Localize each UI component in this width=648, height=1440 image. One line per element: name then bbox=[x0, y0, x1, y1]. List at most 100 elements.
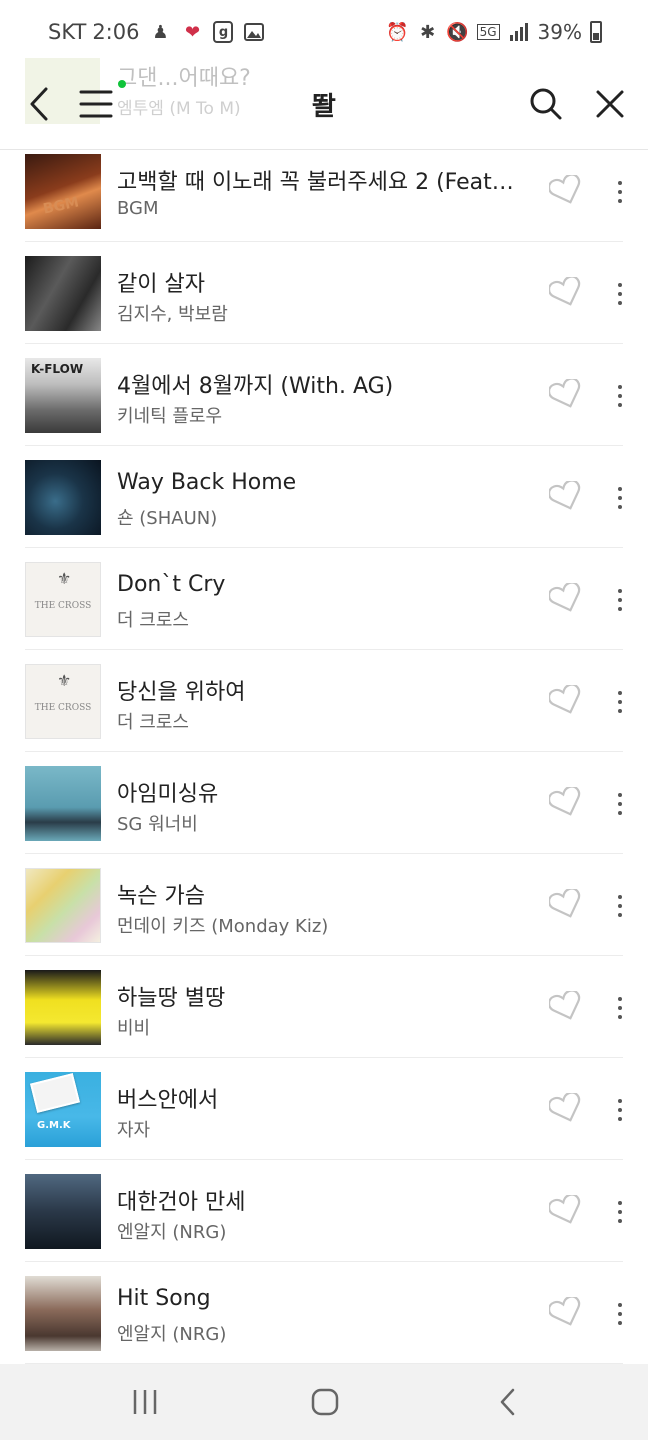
song-title: Hit Song bbox=[117, 1286, 211, 1311]
g-notification-icon: g bbox=[213, 21, 234, 43]
song-artist: 엔알지 (NRG) bbox=[117, 1222, 227, 1243]
chevron-left-icon bbox=[500, 1388, 515, 1416]
search-button[interactable] bbox=[524, 82, 568, 126]
song-title: 당신을 위하여 bbox=[117, 680, 246, 705]
like-button[interactable] bbox=[546, 784, 586, 820]
like-button[interactable] bbox=[546, 376, 586, 412]
album-art: G.M.K bbox=[25, 1072, 101, 1147]
carrier-label: SKT bbox=[48, 20, 87, 44]
more-options-button[interactable] bbox=[606, 886, 634, 926]
search-icon bbox=[530, 88, 562, 120]
album-art bbox=[25, 256, 101, 331]
like-button[interactable] bbox=[546, 1294, 586, 1330]
song-row[interactable]: ⚜ THE CROSS 당신을 위하여 더 크로스 bbox=[0, 650, 648, 752]
album-art bbox=[25, 970, 101, 1045]
song-row[interactable]: 하늘땅 별땅 비비 bbox=[0, 956, 648, 1058]
more-options-button[interactable] bbox=[606, 682, 634, 722]
heart-icon bbox=[549, 685, 581, 714]
song-title: 4월에서 8월까지 (With. AG) bbox=[117, 374, 394, 399]
album-art: BGM bbox=[25, 154, 101, 229]
like-button[interactable] bbox=[546, 274, 586, 310]
more-options-button[interactable] bbox=[606, 376, 634, 416]
song-artist: 숀 (SHAUN) bbox=[117, 508, 218, 529]
song-row[interactable]: G.M.K 버스안에서 자자 bbox=[0, 1058, 648, 1160]
bluetooth-icon: ✱ bbox=[420, 21, 436, 43]
song-title: 버스안에서 bbox=[117, 1088, 219, 1113]
song-artist: SG 워너비 bbox=[117, 814, 198, 835]
status-bar: SKT 2:06 ♟ ❤ g ⏰ ✱ 🔇 5G 39% bbox=[0, 0, 648, 64]
more-options-button[interactable] bbox=[606, 1090, 634, 1130]
network-type-label: 5G bbox=[476, 24, 500, 40]
song-artist: 더 크로스 bbox=[117, 712, 189, 733]
album-art-text: BGM bbox=[41, 194, 81, 218]
status-left: SKT 2:06 ♟ ❤ g bbox=[48, 20, 265, 44]
home-icon bbox=[311, 1388, 339, 1416]
song-row[interactable]: BGM 고백할 때 이노래 꼭 불러주세요 2 (Feat.... BGM bbox=[0, 140, 648, 242]
system-back-button[interactable] bbox=[486, 1382, 530, 1422]
song-row[interactable]: K-FLOW 4월에서 8월까지 (With. AG) 키네틱 플로우 bbox=[0, 344, 648, 446]
header: 똴 bbox=[0, 64, 648, 150]
album-art bbox=[25, 868, 101, 943]
like-button[interactable] bbox=[546, 1090, 586, 1126]
album-art bbox=[25, 1276, 101, 1351]
like-button[interactable] bbox=[546, 1192, 586, 1228]
more-options-button[interactable] bbox=[606, 784, 634, 824]
song-artist: 엔알지 (NRG) bbox=[117, 1324, 227, 1345]
like-button[interactable] bbox=[546, 478, 586, 514]
song-row[interactable]: 녹슨 가슴 먼데이 키즈 (Monday Kiz) bbox=[0, 854, 648, 956]
system-nav-bar bbox=[0, 1364, 648, 1440]
song-title: 고백할 때 이노래 꼭 불러주세요 2 (Feat.... bbox=[117, 170, 517, 195]
more-options-button[interactable] bbox=[606, 1294, 634, 1334]
album-art: ⚜ THE CROSS bbox=[25, 562, 101, 637]
cross-emblem-icon: ⚜ bbox=[57, 671, 72, 690]
song-artist: BGM bbox=[117, 198, 159, 219]
song-title: 아임미싱유 bbox=[117, 782, 219, 807]
home-button[interactable] bbox=[303, 1382, 347, 1422]
song-row[interactable]: 같이 살자 김지수, 박보람 bbox=[0, 242, 648, 344]
more-options-button[interactable] bbox=[606, 478, 634, 518]
photo-stack-icon bbox=[30, 1073, 80, 1113]
song-list: BGM 고백할 때 이노래 꼭 불러주세요 2 (Feat.... BGM 같이… bbox=[0, 140, 648, 1364]
album-art-text: THE CROSS bbox=[34, 601, 92, 611]
album-art bbox=[25, 460, 101, 535]
more-options-button[interactable] bbox=[606, 580, 634, 620]
song-row[interactable]: Hit Song 엔알지 (NRG) bbox=[0, 1262, 648, 1364]
heart-notification-icon: ❤ bbox=[184, 21, 201, 43]
album-art-text: G.M.K bbox=[37, 1120, 71, 1131]
close-button[interactable] bbox=[588, 82, 632, 126]
album-art bbox=[25, 766, 101, 841]
song-title: Don`t Cry bbox=[117, 572, 226, 597]
recents-button[interactable] bbox=[123, 1382, 167, 1422]
song-artist: 비비 bbox=[117, 1018, 151, 1039]
more-options-button[interactable] bbox=[606, 172, 634, 212]
more-options-button[interactable] bbox=[606, 1192, 634, 1232]
cross-emblem-icon: ⚜ bbox=[57, 569, 72, 588]
like-button[interactable] bbox=[546, 172, 586, 208]
heart-icon bbox=[549, 1093, 581, 1122]
song-artist: 더 크로스 bbox=[117, 610, 189, 631]
song-artist: 키네틱 플로우 bbox=[117, 406, 223, 427]
song-title: 녹슨 가슴 bbox=[117, 884, 205, 909]
like-button[interactable] bbox=[546, 580, 586, 616]
like-button[interactable] bbox=[546, 988, 586, 1024]
heart-icon bbox=[549, 991, 581, 1020]
heart-icon bbox=[549, 379, 581, 408]
more-options-button[interactable] bbox=[606, 988, 634, 1028]
signal-icon bbox=[508, 21, 530, 43]
like-button[interactable] bbox=[546, 682, 586, 718]
album-art: K-FLOW bbox=[25, 358, 101, 433]
like-button[interactable] bbox=[546, 886, 586, 922]
heart-icon bbox=[549, 1297, 581, 1326]
song-row[interactable]: 대한건아 만세 엔알지 (NRG) bbox=[0, 1160, 648, 1262]
song-row[interactable]: Way Back Home 숀 (SHAUN) bbox=[0, 446, 648, 548]
more-options-button[interactable] bbox=[606, 274, 634, 314]
heart-icon bbox=[549, 583, 581, 612]
image-notification-icon bbox=[243, 21, 265, 43]
song-title: 하늘땅 별땅 bbox=[117, 986, 226, 1011]
song-title: 같이 살자 bbox=[117, 272, 205, 297]
song-row[interactable]: 아임미싱유 SG 워너비 bbox=[0, 752, 648, 854]
recents-icon bbox=[133, 1390, 157, 1414]
heart-icon bbox=[549, 1195, 581, 1224]
person-notification-icon: ♟ bbox=[152, 21, 169, 43]
song-row[interactable]: ⚜ THE CROSS Don`t Cry 더 크로스 bbox=[0, 548, 648, 650]
